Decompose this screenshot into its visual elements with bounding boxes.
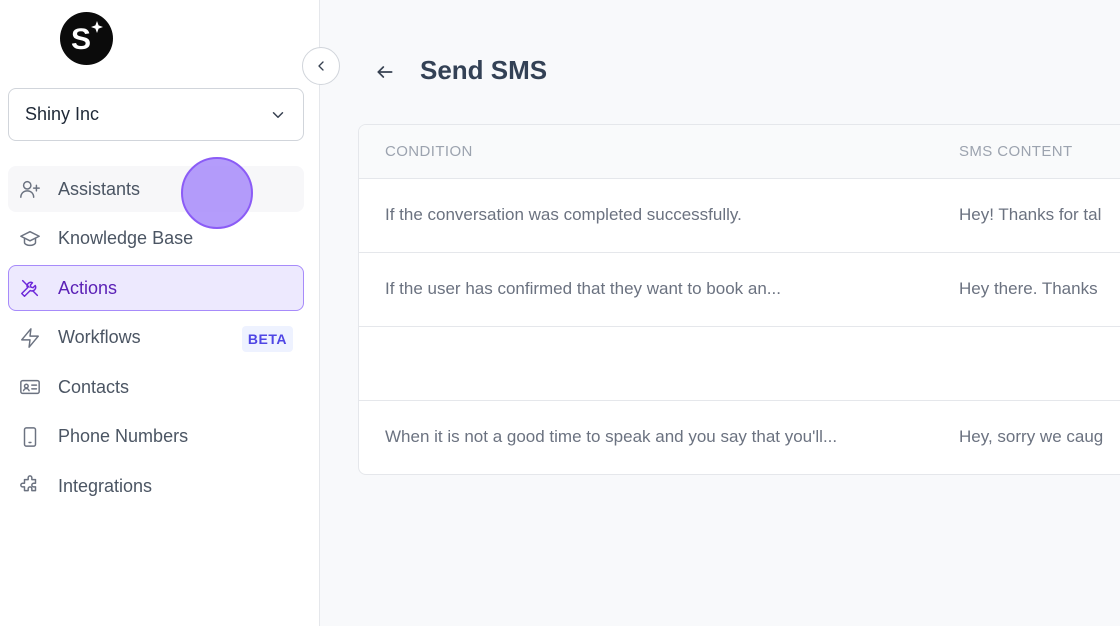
sidebar-item-contacts[interactable]: Contacts xyxy=(8,364,304,410)
lightning-icon xyxy=(19,327,41,349)
main-content: Send SMS CONDITION SMS CONTENT If the co… xyxy=(321,0,1120,626)
collapse-sidebar-button[interactable] xyxy=(302,47,340,85)
sidebar-item-label: Contacts xyxy=(58,376,130,397)
sidebar-item-assistants[interactable]: Assistants xyxy=(8,166,304,212)
chevron-down-icon xyxy=(272,111,284,118)
tools-icon xyxy=(19,277,41,299)
sidebar-item-label: Integrations xyxy=(58,475,153,496)
beta-badge: BETA xyxy=(241,325,293,352)
sms-table: CONDITION SMS CONTENT If the conversatio… xyxy=(358,124,1120,475)
sms-content-cell: Hey there. Thanks xyxy=(959,279,1098,298)
sidebar-item-label: Phone Numbers xyxy=(58,426,189,446)
column-header-condition: CONDITION xyxy=(385,143,473,160)
organization-select[interactable]: Shiny Inc xyxy=(8,88,304,141)
sms-content-cell: Hey, sorry we caug xyxy=(959,427,1104,446)
sidebar-item-phone-numbers[interactable]: Phone Numbers xyxy=(8,414,304,460)
logo[interactable]: S xyxy=(60,12,113,65)
user-plus-icon xyxy=(19,178,41,200)
sidebar-item-workflows[interactable]: Workflows BETA xyxy=(8,315,304,361)
sidebar-item-knowledge-base[interactable]: Knowledge Base xyxy=(8,216,304,262)
puzzle-icon xyxy=(19,475,41,497)
back-button[interactable] xyxy=(371,58,399,86)
sms-content-cell: Hey! Thanks for tal xyxy=(959,205,1102,224)
condition-cell: If the conversation was completed succes… xyxy=(385,205,742,224)
sidebar-item-integrations[interactable]: Integrations xyxy=(8,463,304,509)
contact-card-icon xyxy=(19,376,41,398)
phone-icon xyxy=(19,426,41,448)
table-row[interactable] xyxy=(359,327,1120,401)
organization-name: Shiny Inc xyxy=(25,104,100,124)
sidebar-item-label: Actions xyxy=(58,277,118,298)
sidebar-nav: Assistants Knowledge Base Actions Workfl… xyxy=(8,166,304,513)
cursor-indicator xyxy=(181,157,253,229)
table-row[interactable]: If the conversation was completed succes… xyxy=(359,179,1120,253)
chevron-left-icon xyxy=(318,61,324,71)
condition-cell: If the user has confirmed that they want… xyxy=(385,279,781,298)
sidebar-item-label: Workflows xyxy=(58,327,141,347)
table-row[interactable]: If the user has confirmed that they want… xyxy=(359,253,1120,327)
condition-cell: When it is not a good time to speak and … xyxy=(385,427,838,446)
svg-text:S: S xyxy=(71,23,91,56)
logo-icon: S xyxy=(71,21,103,56)
sidebar-item-label: Knowledge Base xyxy=(58,228,194,248)
column-header-sms-content: SMS CONTENT xyxy=(959,143,1073,160)
arrow-left-icon xyxy=(377,66,393,78)
sidebar-item-label: Assistants xyxy=(58,178,141,199)
sidebar-item-actions[interactable]: Actions xyxy=(8,265,304,311)
page-title: Send SMS xyxy=(420,55,548,85)
sidebar: S Shiny Inc Assistants Knowledge Base Ac… xyxy=(0,0,320,626)
table-header: CONDITION SMS CONTENT xyxy=(359,125,1120,179)
table-row[interactable]: When it is not a good time to speak and … xyxy=(359,401,1120,474)
graduation-cap-icon xyxy=(19,228,41,250)
